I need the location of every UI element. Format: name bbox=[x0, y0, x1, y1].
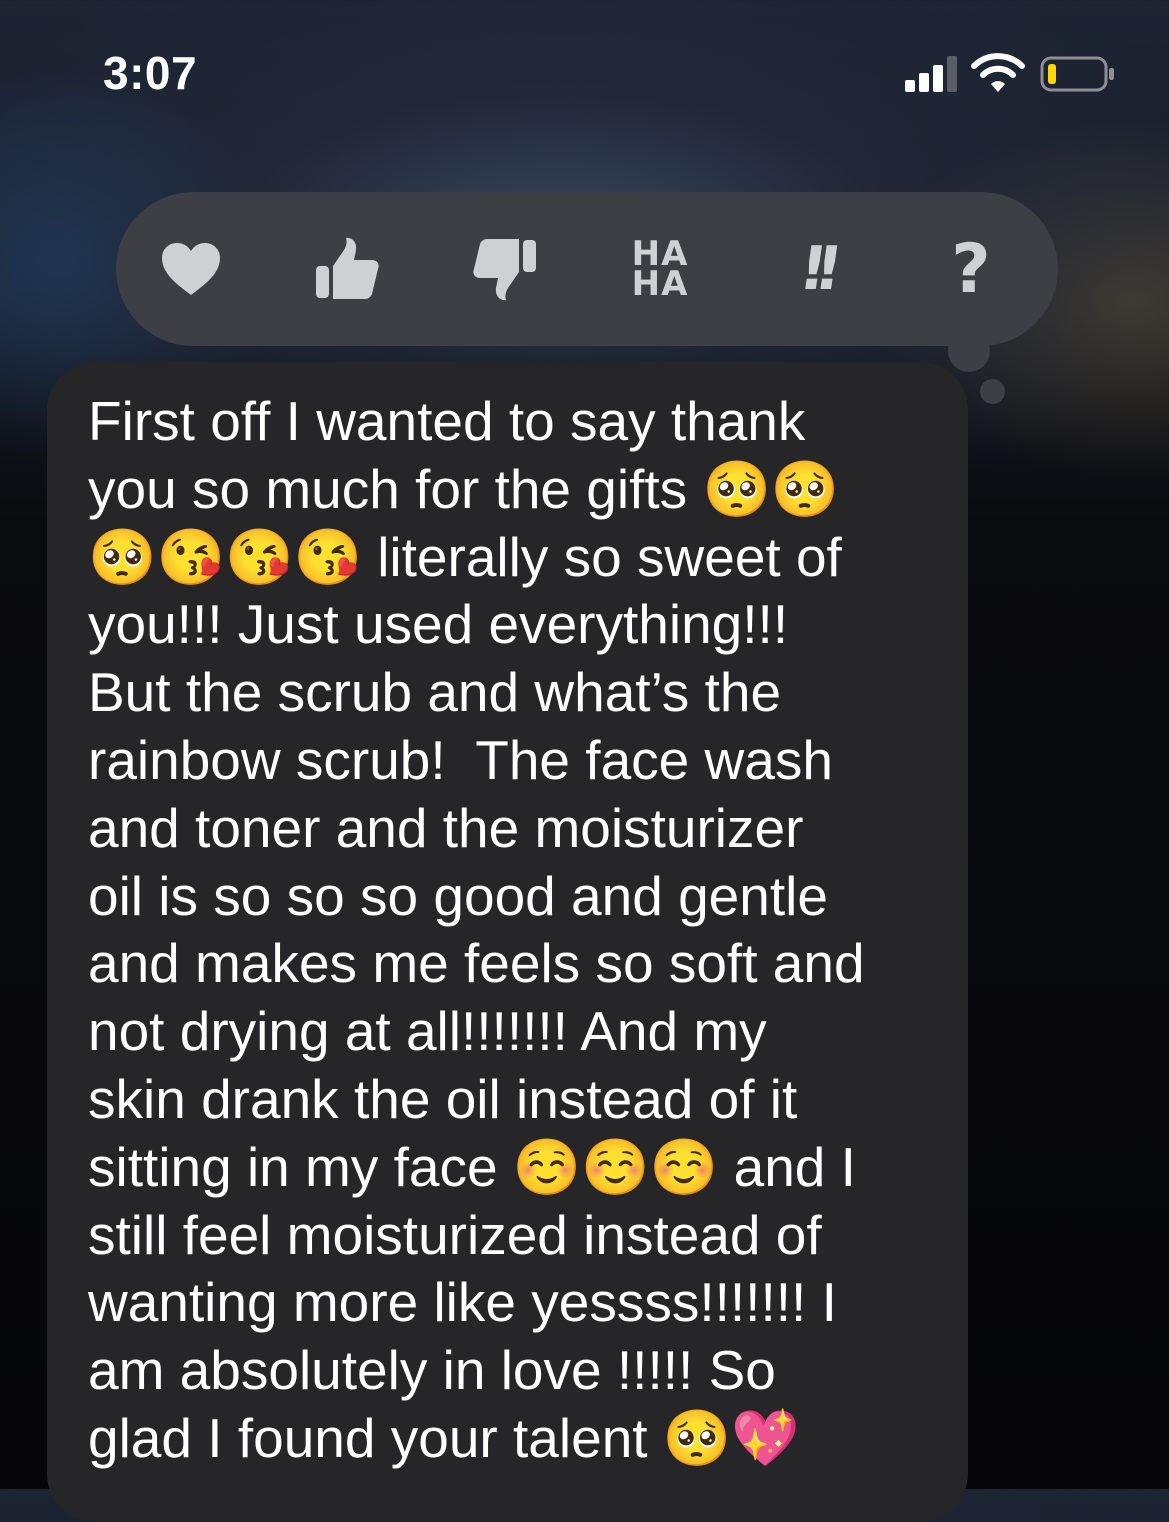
message-line: But the scrub and what’s the bbox=[88, 661, 782, 724]
tapback-tail-dot bbox=[980, 379, 1005, 404]
status-time: 3:07 bbox=[103, 47, 198, 99]
message-line: skin drank the oil instead of it bbox=[88, 1067, 798, 1130]
status-bar: 3:07 bbox=[0, 0, 1169, 150]
message-text: First off I wanted to say thank you so mu… bbox=[88, 388, 958, 1473]
message-line: rainbow scrub! The face wash bbox=[88, 728, 833, 791]
message-line: still feel moisturized instead of bbox=[88, 1203, 822, 1266]
emphasize-reaction-button[interactable]: !! bbox=[773, 222, 856, 316]
message-line: and makes me feels so soft and bbox=[88, 932, 865, 995]
tapback-reaction-bar: HA HA !! ? bbox=[116, 192, 1058, 346]
thumbs-up-icon bbox=[316, 237, 379, 299]
message-line: wanting more like yessss!!!!!!! I bbox=[88, 1271, 837, 1334]
message-line: First off I wanted to say thank bbox=[88, 390, 806, 452]
exclamation-icon: !! bbox=[794, 234, 836, 304]
haha-icon-bottom: HA bbox=[631, 264, 689, 304]
thumbs-down-reaction-button[interactable] bbox=[468, 222, 542, 316]
thumbs-down-icon bbox=[473, 239, 536, 301]
message-line: sitting in my face ☺️☺️☺️ and I bbox=[88, 1135, 856, 1198]
tapback-tail bbox=[948, 330, 990, 372]
haha-reaction-button[interactable]: HA HA bbox=[620, 222, 700, 316]
cellular-signal-icon bbox=[905, 56, 959, 92]
message-line: you so much for the gifts 🥺🥺 bbox=[88, 457, 840, 520]
message-line: oil is so so so good and gentle bbox=[88, 864, 828, 927]
message-line: glad I found your talent 🥺💖 bbox=[88, 1406, 800, 1469]
question-reaction-button[interactable]: ? bbox=[940, 222, 1002, 316]
message-line: not drying at all!!!!!!! And my bbox=[88, 1000, 767, 1063]
message-line: you!!! Just used everything!!! bbox=[88, 593, 789, 656]
battery-low-icon bbox=[1040, 55, 1116, 93]
heart-icon bbox=[162, 243, 220, 295]
message-line: 🥺😘😘😘 literally so sweet of bbox=[88, 525, 842, 588]
question-icon: ? bbox=[951, 229, 991, 309]
message-line: am absolutely in love !!!!! So bbox=[88, 1339, 776, 1402]
wifi-icon bbox=[970, 52, 1026, 94]
heart-reaction-button[interactable] bbox=[156, 222, 226, 316]
thumbs-up-reaction-button[interactable] bbox=[310, 222, 384, 316]
message-line: and toner and the moisturizer bbox=[88, 796, 804, 859]
